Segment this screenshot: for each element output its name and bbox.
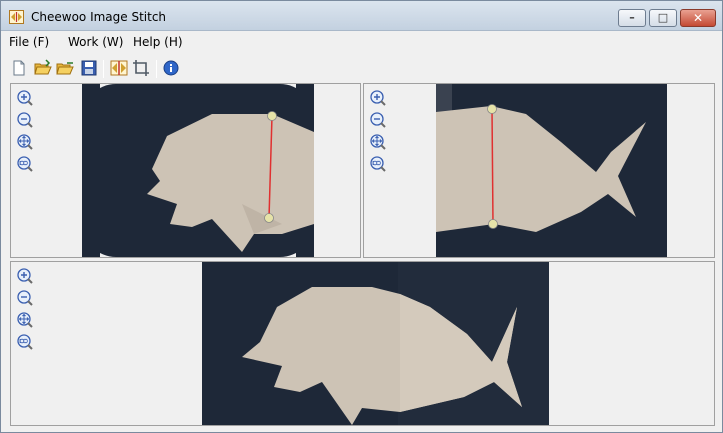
menu-file[interactable]: File (F) xyxy=(9,35,49,49)
window-title: Cheewoo Image Stitch xyxy=(31,10,167,24)
zoom-in-icon[interactable] xyxy=(16,267,34,285)
match-point-top[interactable] xyxy=(487,104,497,114)
zoom-100-icon[interactable] xyxy=(16,155,34,173)
second-image[interactable] xyxy=(436,84,667,257)
zoom-fit-icon[interactable] xyxy=(16,133,34,151)
first-image[interactable] xyxy=(82,84,314,257)
open-second-icon[interactable] xyxy=(55,58,75,78)
app-logo-icon xyxy=(9,10,24,24)
toolbar-separator xyxy=(156,60,157,78)
toolbar-separator xyxy=(103,60,104,78)
open-first-icon[interactable] xyxy=(33,58,53,78)
close-icon: ✕ xyxy=(692,11,704,25)
maximize-button[interactable]: □ xyxy=(649,9,677,27)
match-point-bottom[interactable] xyxy=(264,213,274,223)
save-icon[interactable] xyxy=(79,58,99,78)
first-image-pane[interactable] xyxy=(10,83,361,258)
minimize-icon: – xyxy=(629,11,635,24)
zoom-in-icon[interactable] xyxy=(16,89,34,107)
zoom-100-icon[interactable] xyxy=(16,333,34,351)
match-line xyxy=(491,108,494,225)
stitched-result-pane[interactable] xyxy=(10,261,715,426)
zoom-out-icon[interactable] xyxy=(16,111,34,129)
match-point-bottom[interactable] xyxy=(488,219,498,229)
app-window: Cheewoo Image Stitch – □ ✕ File (F) Work… xyxy=(0,0,723,433)
match-point-top[interactable] xyxy=(267,111,277,121)
new-icon[interactable] xyxy=(9,58,29,78)
close-button[interactable]: ✕ xyxy=(680,9,716,27)
second-image-pane[interactable] xyxy=(363,83,715,258)
zoom-out-icon[interactable] xyxy=(369,111,387,129)
stitched-image-photo xyxy=(202,262,549,425)
info-icon[interactable] xyxy=(161,58,181,78)
zoom-in-icon[interactable] xyxy=(369,89,387,107)
stitched-image[interactable] xyxy=(202,262,549,425)
zoom-out-icon[interactable] xyxy=(16,289,34,307)
first-image-photo xyxy=(82,84,314,257)
maximize-icon: □ xyxy=(657,11,669,24)
minimize-button[interactable]: – xyxy=(618,9,646,27)
menu-work[interactable]: Work (W) xyxy=(68,35,123,49)
crop-icon[interactable] xyxy=(131,58,151,78)
second-image-photo xyxy=(436,84,667,257)
stitch-icon[interactable] xyxy=(109,58,129,78)
title-bar[interactable]: Cheewoo Image Stitch – □ ✕ xyxy=(1,1,722,31)
zoom-fit-icon[interactable] xyxy=(16,311,34,329)
menu-help[interactable]: Help (H) xyxy=(133,35,183,49)
zoom-100-icon[interactable] xyxy=(369,155,387,173)
zoom-fit-icon[interactable] xyxy=(369,133,387,151)
